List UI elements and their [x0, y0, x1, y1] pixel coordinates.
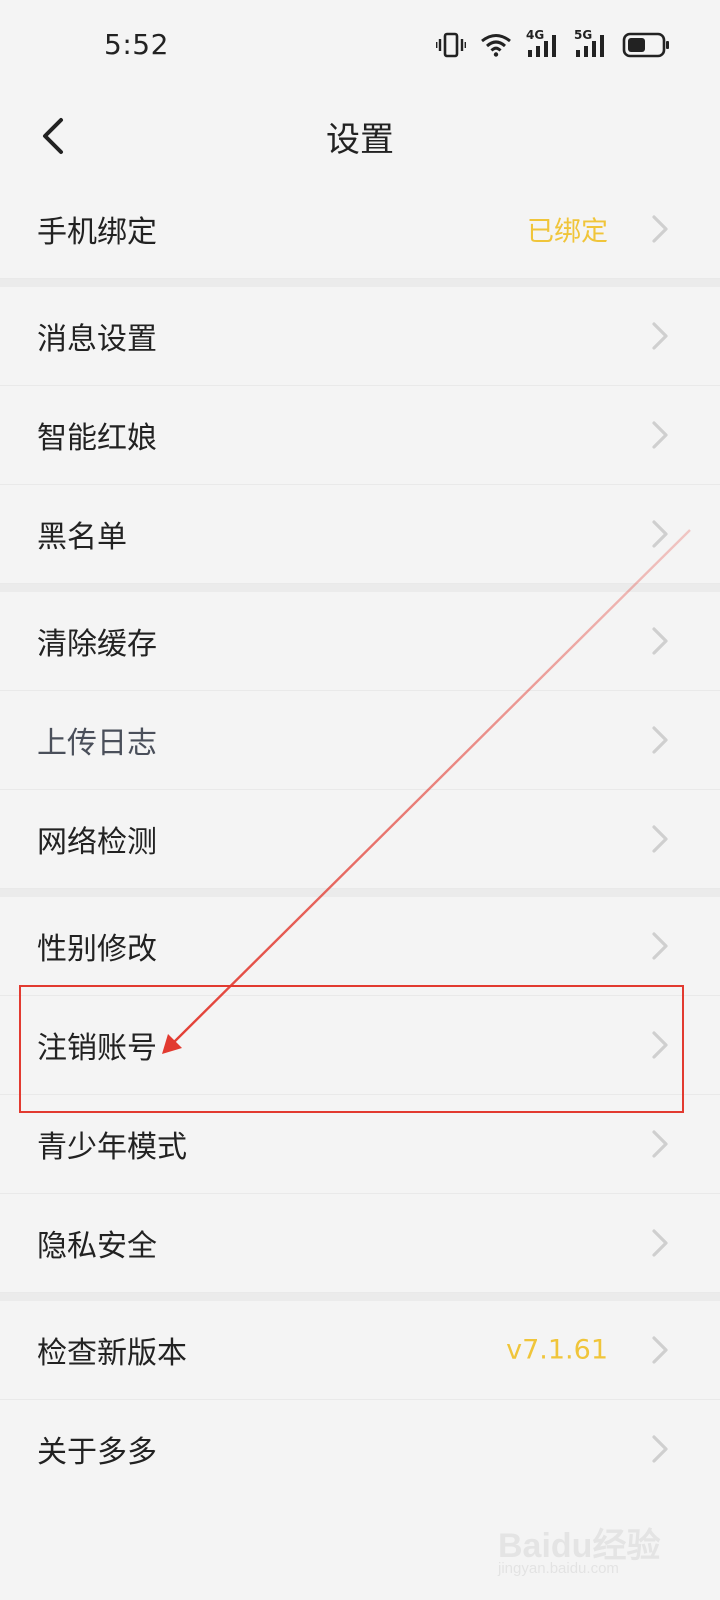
settings-item-value: 已绑定 [527, 216, 608, 248]
wifi-icon [480, 33, 512, 57]
chevron-right-icon [652, 726, 668, 754]
settings-item-label: 关于多多 [37, 1435, 157, 1470]
section-divider [0, 279, 720, 287]
settings-item-label: 网络检测 [37, 825, 157, 860]
chevron-right-icon [652, 1229, 668, 1257]
settings-item-teen-mode[interactable]: 青少年模式 [0, 1095, 720, 1194]
page-title: 设置 [326, 120, 394, 160]
signal-4g-icon: 4G [526, 28, 560, 58]
status-icons: 4G 5G [436, 28, 670, 58]
battery-icon [622, 32, 670, 58]
settings-item-label: 清除缓存 [37, 627, 157, 662]
settings-item-label: 消息设置 [37, 322, 157, 357]
chevron-right-icon [652, 1130, 668, 1158]
settings-item-delete-account[interactable]: 注销账号 [0, 996, 720, 1095]
watermark-brand: Baidu经验 [498, 1527, 661, 1565]
chevron-right-icon [652, 421, 668, 449]
settings-item-smart-matchmaker[interactable]: 智能红娘 [0, 386, 720, 485]
watermark: Baidu经验 jingyan.baidu.com [492, 1494, 692, 1586]
chevron-right-icon [652, 932, 668, 960]
settings-item-check-update[interactable]: 检查新版本 v7.1.61 [0, 1301, 720, 1400]
vibrate-icon [436, 32, 466, 58]
settings-item-label: 黑名单 [37, 520, 127, 555]
settings-item-label: 智能红娘 [37, 421, 157, 456]
settings-item-value: v7.1.61 [506, 1334, 608, 1366]
chevron-right-icon [652, 1435, 668, 1463]
settings-item-label: 隐私安全 [37, 1229, 157, 1264]
status-bar: 5:52 4G 5G [0, 0, 720, 96]
section-divider [0, 584, 720, 592]
settings-item-label: 性别修改 [37, 932, 157, 967]
chevron-right-icon [652, 215, 668, 243]
section-divider [0, 889, 720, 897]
chevron-right-icon [652, 322, 668, 350]
chevron-right-icon [652, 627, 668, 655]
section-divider [0, 1293, 720, 1301]
settings-item-phone-binding[interactable]: 手机绑定 已绑定 [0, 180, 720, 279]
settings-list: 手机绑定 已绑定 消息设置 智能红娘 黑名单 清除缓存 上传日志 网络检测 性别… [0, 180, 720, 1498]
settings-item-network-check[interactable]: 网络检测 [0, 790, 720, 889]
watermark-url: jingyan.baidu.com [498, 1560, 619, 1577]
settings-item-blacklist[interactable]: 黑名单 [0, 485, 720, 584]
settings-item-upload-log[interactable]: 上传日志 [0, 691, 720, 790]
chevron-right-icon [652, 1336, 668, 1364]
status-time: 5:52 [104, 28, 169, 61]
settings-item-label: 青少年模式 [37, 1130, 187, 1165]
settings-item-label: 检查新版本 [37, 1336, 187, 1371]
chevron-right-icon [652, 825, 668, 853]
chevron-right-icon [652, 520, 668, 548]
settings-item-label: 上传日志 [37, 726, 157, 761]
settings-item-label: 手机绑定 [37, 215, 157, 250]
settings-item-clear-cache[interactable]: 清除缓存 [0, 592, 720, 691]
settings-item-about[interactable]: 关于多多 [0, 1400, 720, 1498]
settings-item-message-settings[interactable]: 消息设置 [0, 287, 720, 386]
settings-item-privacy-security[interactable]: 隐私安全 [0, 1194, 720, 1293]
header: 设置 [0, 96, 720, 181]
settings-item-gender-change[interactable]: 性别修改 [0, 897, 720, 996]
chevron-right-icon [652, 1031, 668, 1059]
settings-item-label: 注销账号 [37, 1031, 157, 1066]
signal-5g-icon: 5G [574, 28, 608, 58]
